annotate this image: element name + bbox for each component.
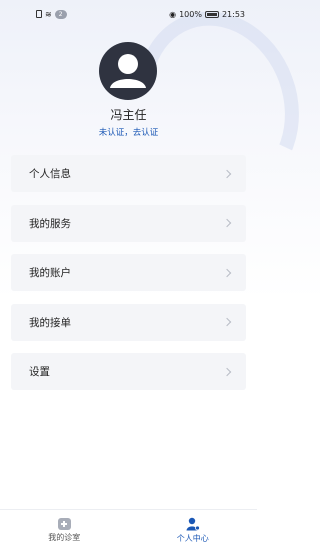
person-avatar-icon (110, 54, 146, 88)
status-bar: ≋ 2 ◉ 100% 21:53 (0, 0, 257, 28)
chevron-right-icon (222, 169, 232, 178)
battery-percent: 100% (179, 9, 202, 19)
menu-list: 个人信息 我的服务 我的账户 我的接单 设置 (11, 155, 246, 403)
battery-icon (204, 10, 219, 18)
verify-link[interactable]: 未认证，去认证 (0, 126, 257, 138)
menu-item-my-account[interactable]: 我的账户 (11, 254, 246, 291)
tab-label: 我的诊室 (48, 532, 81, 542)
menu-item-personal-info[interactable]: 个人信息 (11, 155, 246, 192)
menu-item-label: 设置 (29, 366, 50, 378)
avatar[interactable] (99, 42, 157, 100)
menu-item-settings[interactable]: 设置 (11, 353, 246, 390)
status-right: ◉ 100% 21:53 (169, 10, 245, 19)
wifi-icon: ≋ (45, 9, 52, 19)
chevron-right-icon (222, 218, 232, 228)
tab-label: 个人中心 (176, 533, 209, 543)
menu-item-my-services[interactable]: 我的服务 (11, 204, 246, 242)
tab-personal-center[interactable]: 个人中心 (129, 510, 258, 550)
notification-count-badge: 2 (54, 9, 67, 19)
bottom-tab-bar: 我的诊室 个人中心 (0, 509, 257, 550)
menu-item-label: 我的账户 (29, 267, 71, 279)
user-name: 冯主任 (110, 108, 147, 122)
chevron-right-icon (222, 367, 232, 376)
status-left: ≋ 2 (36, 9, 67, 19)
sim-card-icon (36, 10, 42, 18)
menu-item-label: 我的接单 (29, 316, 71, 329)
tab-my-clinic[interactable]: 我的诊室 (0, 510, 129, 550)
chevron-right-icon (222, 317, 232, 327)
person-icon (186, 517, 200, 531)
menu-item-label: 我的服务 (29, 217, 71, 230)
chevron-right-icon (222, 268, 232, 277)
eye-comfort-icon: ◉ (169, 9, 177, 19)
clinic-plus-icon (57, 517, 71, 530)
menu-item-my-orders[interactable]: 我的接单 (11, 303, 246, 341)
clock: 21:53 (221, 9, 245, 19)
menu-item-label: 个人信息 (29, 168, 71, 180)
